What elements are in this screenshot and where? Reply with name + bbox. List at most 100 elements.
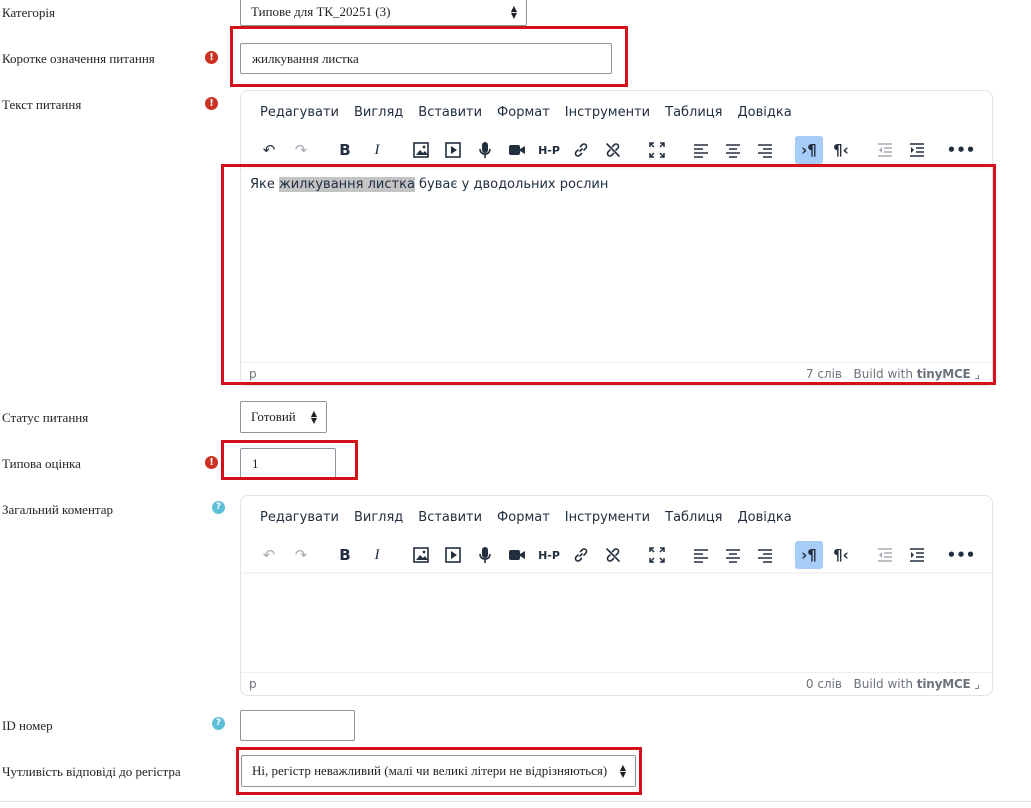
align-center-icon[interactable] (719, 541, 747, 569)
word-count[interactable]: 7 слів (806, 367, 842, 381)
media-icon[interactable] (439, 541, 467, 569)
id-number-input[interactable] (240, 710, 355, 741)
divider (0, 801, 1031, 802)
case-sensitivity-select[interactable]: Ні, регістр неважливий (малі чи великі л… (241, 755, 636, 787)
editor-toolbar: ↶ ↷ B I H-P ›¶ ¶‹ ••• (241, 133, 992, 167)
general-feedback-content[interactable] (241, 572, 992, 592)
category-select-value: Типове для ТК_20251 (3) (251, 4, 391, 19)
short-name-value: жилкування листка (252, 50, 359, 66)
microphone-icon[interactable] (471, 136, 499, 164)
menu-table[interactable]: Таблиця (665, 510, 722, 525)
menu-format[interactable]: Формат (497, 510, 550, 525)
editor-menubar: Редагувати Вигляд Вставити Формат Інстру… (241, 91, 992, 133)
menu-edit[interactable]: Редагувати (260, 510, 339, 525)
required-icon: ! (205, 456, 218, 469)
ltr-icon[interactable]: ›¶ (795, 541, 823, 569)
menu-help[interactable]: Довідка (737, 510, 791, 525)
media-icon[interactable] (439, 136, 467, 164)
align-left-icon[interactable] (687, 136, 715, 164)
default-mark-input[interactable]: 1 (240, 448, 336, 479)
editor-statusbar: p 0 слів Build with tinyMCE ⌟ (241, 672, 992, 695)
question-text-editor[interactable]: Редагувати Вигляд Вставити Формат Інстру… (240, 90, 993, 386)
ltr-icon[interactable]: ›¶ (795, 136, 823, 164)
tinymce-branding[interactable]: Build with tinyMCE ⌟ (854, 677, 980, 691)
general-feedback-editor[interactable]: Редагувати Вигляд Вставити Формат Інстру… (240, 495, 993, 696)
content-text: буває у дводольних рослин (414, 177, 609, 192)
menu-tools[interactable]: Інструменти (565, 105, 650, 120)
bold-icon[interactable]: B (331, 541, 359, 569)
menu-view[interactable]: Вигляд (354, 510, 403, 525)
align-left-icon[interactable] (687, 541, 715, 569)
rtl-icon[interactable]: ¶‹ (827, 541, 855, 569)
indent-icon[interactable] (903, 136, 931, 164)
menu-insert[interactable]: Вставити (418, 105, 482, 120)
unlink-icon[interactable] (599, 541, 627, 569)
question-text-content[interactable]: Яке жилкування листка буває у дводольних… (241, 167, 992, 202)
microphone-icon[interactable] (471, 541, 499, 569)
video-camera-icon[interactable] (503, 136, 531, 164)
menu-view[interactable]: Вигляд (354, 105, 403, 120)
branding-prefix: Build with (853, 677, 913, 691)
menu-edit[interactable]: Редагувати (260, 105, 339, 120)
undo-icon[interactable]: ↶ (255, 541, 283, 569)
menu-format[interactable]: Формат (497, 105, 550, 120)
menu-tools[interactable]: Інструменти (565, 510, 650, 525)
link-icon[interactable] (567, 541, 595, 569)
branding-name: tinyMCE (916, 367, 971, 381)
short-name-input[interactable]: жилкування листка (240, 43, 612, 74)
content-highlight: жилкування листка (279, 177, 415, 192)
image-icon[interactable] (407, 541, 435, 569)
outdent-icon[interactable] (871, 136, 899, 164)
menu-insert[interactable]: Вставити (418, 510, 482, 525)
help-icon[interactable]: ? (212, 717, 225, 730)
branding-name: tinyMCE (916, 677, 971, 691)
short-name-label: Коротке означення питання (2, 51, 155, 66)
branding-prefix: Build with (853, 367, 913, 381)
status-select-value: Готовий (251, 409, 296, 424)
default-mark-value: 1 (252, 455, 259, 471)
outdent-icon[interactable] (871, 541, 899, 569)
more-icon[interactable]: ••• (947, 136, 976, 164)
fullscreen-icon[interactable] (643, 541, 671, 569)
content-text: Яке (250, 177, 280, 192)
unlink-icon[interactable] (599, 136, 627, 164)
status-label: Статус питання (2, 410, 89, 425)
help-icon[interactable]: ? (212, 501, 225, 514)
tinymce-branding[interactable]: Build with tinyMCE ⌟ (854, 367, 980, 381)
question-text-label: Текст питання (2, 97, 82, 112)
image-icon[interactable] (407, 136, 435, 164)
element-path[interactable]: p (249, 367, 257, 381)
h5p-icon[interactable]: H-P (535, 136, 563, 164)
editor-statusbar: p 7 слів Build with tinyMCE ⌟ (241, 362, 992, 385)
editor-toolbar: ↶ ↷ B I H-P ›¶ ¶‹ ••• (241, 538, 992, 572)
indent-icon[interactable] (903, 541, 931, 569)
default-mark-label: Типова оцінка (2, 456, 81, 471)
select-arrows-icon: ▲ ▼ (619, 763, 626, 779)
fullscreen-icon[interactable] (643, 136, 671, 164)
required-icon: ! (205, 51, 218, 64)
redo-icon[interactable]: ↷ (287, 136, 315, 164)
menu-help[interactable]: Довідка (737, 105, 791, 120)
align-right-icon[interactable] (751, 541, 779, 569)
required-icon: ! (205, 97, 218, 110)
redo-icon[interactable]: ↷ (287, 541, 315, 569)
italic-icon[interactable]: I (363, 541, 391, 569)
id-number-label: ID номер (2, 718, 53, 733)
word-count[interactable]: 0 слів (806, 677, 842, 691)
status-select[interactable]: Готовий ▲ ▼ (240, 401, 327, 433)
more-icon[interactable]: ••• (947, 541, 976, 569)
h5p-icon[interactable]: H-P (535, 541, 563, 569)
case-sensitivity-label: Чутливість відповіді до регістра (2, 764, 181, 779)
undo-icon[interactable]: ↶ (255, 136, 283, 164)
menu-table[interactable]: Таблиця (665, 105, 722, 120)
editor-menubar: Редагувати Вигляд Вставити Формат Інстру… (241, 496, 992, 538)
italic-icon[interactable]: I (363, 136, 391, 164)
rtl-icon[interactable]: ¶‹ (827, 136, 855, 164)
video-camera-icon[interactable] (503, 541, 531, 569)
align-right-icon[interactable] (751, 136, 779, 164)
align-center-icon[interactable] (719, 136, 747, 164)
category-select[interactable]: Типове для ТК_20251 (3) ▲ ▼ (240, 0, 527, 26)
link-icon[interactable] (567, 136, 595, 164)
bold-icon[interactable]: B (331, 136, 359, 164)
element-path[interactable]: p (249, 677, 257, 691)
